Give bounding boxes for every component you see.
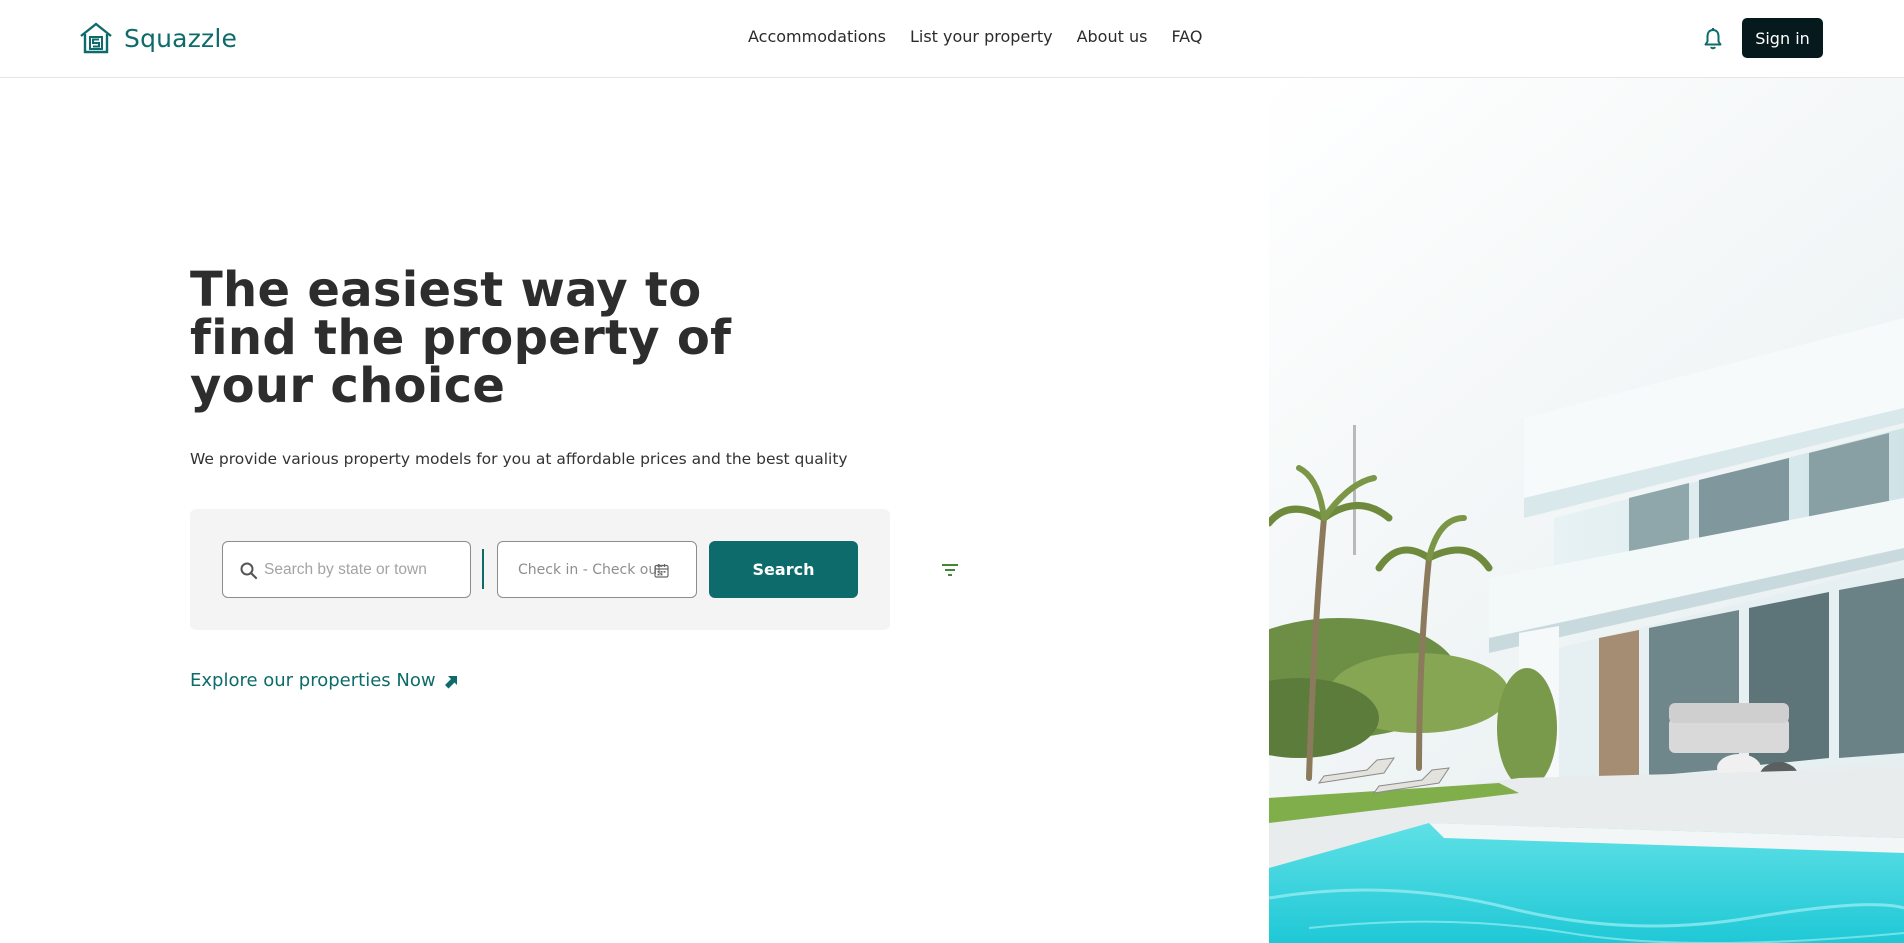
calendar-icon[interactable] bbox=[654, 563, 669, 578]
nav-faq[interactable]: FAQ bbox=[1171, 27, 1202, 46]
main-nav: Accommodations List your property About … bbox=[748, 27, 1202, 46]
brand-name: Squazzle bbox=[124, 23, 238, 53]
explore-link-label: Explore our properties Now bbox=[190, 670, 436, 691]
nav-accommodations[interactable]: Accommodations bbox=[748, 27, 886, 46]
arrow-up-right-icon bbox=[444, 675, 457, 688]
search-panel: Search bbox=[190, 509, 890, 630]
sign-in-button[interactable]: Sign in bbox=[1742, 18, 1823, 58]
date-range-input[interactable] bbox=[518, 542, 668, 597]
search-icon bbox=[240, 562, 258, 580]
hero-subtext: We provide various property models for y… bbox=[190, 450, 848, 468]
brand-logo[interactable]: Squazzle bbox=[78, 20, 237, 56]
explore-properties-link[interactable]: Explore our properties Now bbox=[190, 670, 460, 691]
hero-headline: The easiest way to find the property of … bbox=[190, 262, 732, 414]
filter-icon[interactable] bbox=[940, 562, 960, 578]
site-header: Squazzle Accommodations List your proper… bbox=[0, 0, 1904, 78]
hero-image bbox=[1269, 78, 1904, 943]
date-range-field[interactable] bbox=[497, 541, 697, 598]
search-divider bbox=[482, 549, 484, 589]
house-logo-icon bbox=[80, 22, 112, 54]
location-field[interactable] bbox=[222, 541, 471, 598]
search-button[interactable]: Search bbox=[709, 541, 858, 598]
bell-icon[interactable] bbox=[1702, 27, 1724, 51]
nav-about-us[interactable]: About us bbox=[1077, 27, 1148, 46]
nav-list-your-property[interactable]: List your property bbox=[910, 27, 1053, 46]
location-search-input[interactable] bbox=[264, 542, 464, 597]
